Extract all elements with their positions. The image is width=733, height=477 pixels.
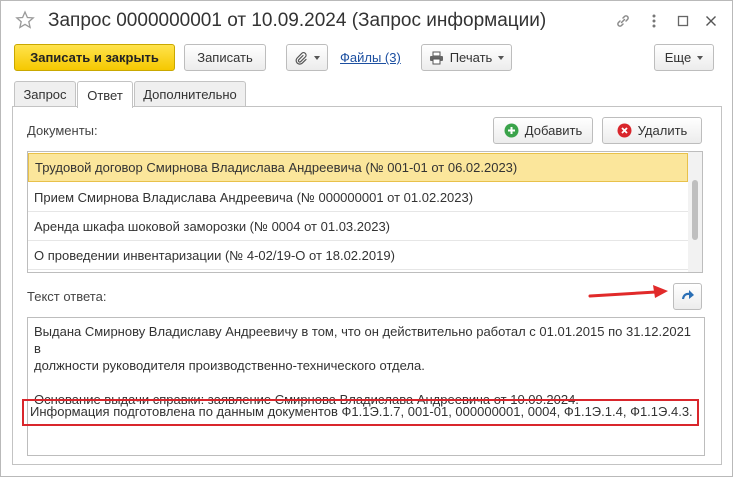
print-button[interactable]: Печать bbox=[421, 44, 512, 71]
maximize-icon[interactable] bbox=[673, 11, 693, 31]
chevron-down-icon bbox=[697, 55, 704, 60]
tab-request[interactable]: Запрос bbox=[14, 81, 76, 107]
curved-arrow-icon bbox=[681, 289, 694, 299]
remove-document-button[interactable]: Удалить bbox=[602, 117, 702, 144]
form-window: Запрос 0000000001 от 10.09.2024 (Запрос … bbox=[0, 0, 733, 477]
files-link[interactable]: Файлы (3) bbox=[340, 50, 401, 65]
answer-text[interactable]: Выдана Смирнову Владиславу Андреевичу в … bbox=[27, 317, 705, 456]
print-label: Печать bbox=[449, 50, 493, 65]
close-icon[interactable] bbox=[701, 11, 721, 31]
list-item[interactable]: Прием Смирнова Владислава Андреевича (№ … bbox=[28, 183, 688, 212]
answer-line: Информация подготовлена по данным докуме… bbox=[30, 404, 693, 419]
delete-icon bbox=[617, 123, 632, 138]
save-and-close-button[interactable]: Записать и закрыть bbox=[14, 44, 175, 71]
save-button[interactable]: Записать bbox=[184, 44, 266, 71]
link-icon[interactable] bbox=[613, 11, 633, 31]
documents-list[interactable]: Трудовой договор Смирнова Владислава Анд… bbox=[27, 151, 703, 273]
scrollbar[interactable] bbox=[688, 152, 702, 272]
list-item[interactable]: Трудовой договор Смирнова Владислава Анд… bbox=[28, 153, 688, 182]
attach-button[interactable] bbox=[286, 44, 328, 71]
tab-bar: Запрос Ответ Дополнительно bbox=[1, 81, 732, 108]
remove-label: Удалить bbox=[637, 123, 688, 138]
more-options-icon[interactable] bbox=[644, 11, 664, 31]
window-title: Запрос 0000000001 от 10.09.2024 (Запрос … bbox=[48, 10, 547, 31]
scrollbar-thumb[interactable] bbox=[692, 180, 698, 240]
chevron-down-icon bbox=[498, 55, 505, 60]
paperclip-icon bbox=[295, 51, 307, 65]
more-button[interactable]: Еще bbox=[654, 44, 714, 71]
more-label: Еще bbox=[664, 50, 692, 65]
plus-icon bbox=[504, 123, 519, 138]
tab-additional[interactable]: Дополнительно bbox=[134, 81, 246, 107]
documents-label: Документы: bbox=[27, 123, 98, 138]
star-icon[interactable] bbox=[15, 10, 35, 30]
list-item[interactable]: Аренда шкафа шоковой заморозки (№ 0004 о… bbox=[28, 212, 688, 241]
fill-answer-button[interactable] bbox=[673, 283, 702, 310]
answer-line: должности руководителя производственно-т… bbox=[34, 358, 425, 373]
chevron-down-icon bbox=[314, 55, 320, 60]
list-item[interactable]: О проведении инвентаризации (№ 4-02/19-О… bbox=[28, 241, 688, 270]
title-bar: Запрос 0000000001 от 10.09.2024 (Запрос … bbox=[1, 1, 732, 41]
annotation-arrow bbox=[588, 285, 668, 298]
answer-line: Выдана Смирнову Владиславу Андреевичу в … bbox=[34, 324, 692, 356]
tab-answer[interactable]: Ответ bbox=[77, 81, 133, 108]
command-bar: Записать и закрыть Записать Файлы (3) Пе… bbox=[1, 43, 732, 73]
answer-label: Текст ответа: bbox=[27, 289, 107, 304]
printer-icon bbox=[429, 51, 443, 64]
add-document-button[interactable]: Добавить bbox=[493, 117, 593, 144]
add-label: Добавить bbox=[524, 123, 583, 138]
